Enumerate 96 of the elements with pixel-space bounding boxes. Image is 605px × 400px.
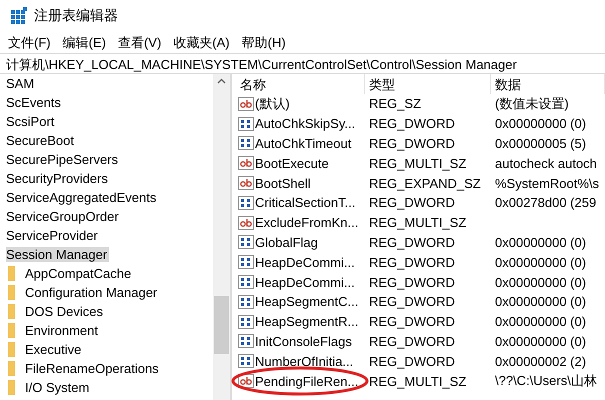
tree-item[interactable]: Session Manager: [6, 247, 110, 262]
value-name[interactable]: GlobalFlag: [255, 234, 318, 250]
tree-item[interactable]: ScsiPort: [6, 114, 56, 129]
binary-value-icon: [238, 255, 254, 270]
binary-value-icon: [238, 136, 254, 150]
value-name[interactable]: CriticalSectionT...: [255, 195, 356, 210]
value-name[interactable]: BootShell: [255, 176, 311, 191]
binary-value-icon: [238, 116, 254, 131]
tree-item[interactable]: Executive: [25, 342, 84, 357]
tree-item[interactable]: FileRenameOperations: [25, 361, 161, 376]
value-type: REG_DWORD: [369, 234, 455, 250]
menu-item[interactable]: 文件(F): [8, 34, 51, 52]
folder-icon: [8, 380, 15, 395]
tree-item[interactable]: ScEvents: [6, 95, 63, 110]
tree-item[interactable]: AppCompatCache: [25, 266, 134, 281]
string-value-icon: [238, 96, 254, 111]
tree-item[interactable]: I/O System: [25, 380, 92, 395]
address-bar[interactable]: 计算机\HKEY_LOCAL_MACHINE\SYSTEM\CurrentControlSet\Control\Session Manager: [0, 53, 605, 74]
string-value-icon: [238, 156, 254, 170]
folder-icon: [8, 361, 15, 376]
value-name[interactable]: AutoChkTimeout: [255, 136, 352, 151]
value-data: 0x00000000 (0): [495, 294, 586, 310]
value-name[interactable]: HeapSegmentR...: [255, 314, 358, 330]
tree-item[interactable]: SAM: [6, 76, 36, 91]
value-name[interactable]: InitConsoleFlags: [255, 334, 352, 349]
value-type: REG_MULTI_SZ: [369, 215, 466, 230]
folder-icon: [8, 304, 15, 319]
folder-icon: [8, 266, 15, 281]
column-header[interactable]: 数据: [491, 74, 605, 94]
string-value-icon: [238, 216, 254, 230]
column-header[interactable]: 类型: [365, 74, 491, 94]
folder-icon: [8, 285, 15, 300]
value-name[interactable]: PendingFileRen...: [255, 374, 358, 389]
binary-value-icon: [238, 334, 254, 348]
value-data: 0x00000000 (0): [495, 314, 586, 330]
value-type: REG_MULTI_SZ: [369, 374, 466, 389]
value-type: REG_MULTI_SZ: [369, 156, 466, 171]
value-type: REG_DWORD: [369, 116, 455, 132]
binary-value-icon: [238, 294, 254, 309]
value-type: REG_DWORD: [369, 314, 455, 330]
value-data: 0x00000000 (0): [495, 116, 586, 132]
tree-item[interactable]: SecureBoot: [6, 133, 76, 148]
value-data: %SystemRoot%\s: [495, 176, 600, 191]
menu-item[interactable]: 帮助(H): [242, 34, 286, 52]
value-data: \??\C:\Users\山林: [495, 372, 597, 390]
value-name[interactable]: HeapDeCommi...: [255, 254, 355, 270]
binary-value-icon: [238, 314, 254, 329]
binary-value-icon: [238, 354, 254, 368]
value-name[interactable]: (默认): [255, 94, 290, 113]
string-value-icon: [238, 176, 254, 190]
tree-item[interactable]: SecurePipeServers: [6, 152, 120, 167]
value-data: (数值未设置): [495, 94, 569, 113]
value-name[interactable]: HeapSegmentC...: [255, 294, 358, 310]
value-data: 0x00000005 (5): [495, 136, 586, 151]
value-type: REG_EXPAND_SZ: [369, 176, 481, 191]
value-type: REG_DWORD: [369, 354, 455, 369]
value-data: 0x00000002 (2): [495, 354, 586, 369]
binary-value-icon: [238, 275, 254, 290]
value-type: REG_DWORD: [369, 195, 455, 210]
value-data: 0x00278d00 (259: [495, 195, 596, 210]
value-data: 0x00000000 (0): [495, 274, 586, 290]
value-data: 0x00000000 (0): [495, 254, 586, 270]
tree-item[interactable]: SecurityProviders: [6, 171, 110, 186]
value-type: REG_DWORD: [369, 334, 455, 349]
value-data: 0x00000000 (0): [495, 334, 586, 349]
window-title: 注册表编辑器: [34, 7, 118, 25]
value-data: 0x00000000 (0): [495, 234, 586, 250]
tree-item[interactable]: ServiceGroupOrder: [6, 209, 121, 224]
value-name[interactable]: HeapDeCommi...: [255, 274, 355, 290]
value-name[interactable]: AutoChkSkipSy...: [255, 116, 356, 132]
value-name[interactable]: NumberOfInitia...: [255, 354, 354, 369]
registry-grid-icon: [10, 7, 28, 25]
tree-item[interactable]: Configuration Manager: [25, 285, 160, 300]
scrollbar-thumb[interactable]: [214, 296, 229, 354]
value-type: REG_DWORD: [369, 274, 455, 290]
tree-item[interactable]: Environment: [25, 323, 100, 338]
value-name[interactable]: BootExecute: [255, 156, 329, 171]
column-header[interactable]: 名称: [236, 74, 365, 94]
folder-icon: [8, 342, 15, 357]
value-type: REG_DWORD: [369, 136, 455, 151]
value-type: REG_DWORD: [369, 254, 455, 270]
scroll-up-icon[interactable]: [217, 78, 226, 84]
menu-item[interactable]: 收藏夹(A): [173, 34, 230, 52]
value-type: REG_SZ: [369, 96, 422, 112]
value-data: autocheck autoch: [495, 156, 597, 171]
menu-item[interactable]: 编辑(E): [62, 34, 106, 52]
folder-icon: [8, 323, 15, 338]
value-type: REG_DWORD: [369, 294, 455, 310]
tree-item[interactable]: ServiceAggregatedEvents: [6, 190, 158, 205]
tree-item[interactable]: DOS Devices: [25, 304, 106, 319]
binary-value-icon: [238, 196, 254, 210]
scrollbar[interactable]: [213, 74, 230, 400]
tree-item[interactable]: ServiceProvider: [6, 228, 100, 243]
value-name[interactable]: ExcludeFromKn...: [255, 215, 358, 230]
menu-item[interactable]: 查看(V): [118, 34, 162, 52]
binary-value-icon: [238, 235, 254, 250]
